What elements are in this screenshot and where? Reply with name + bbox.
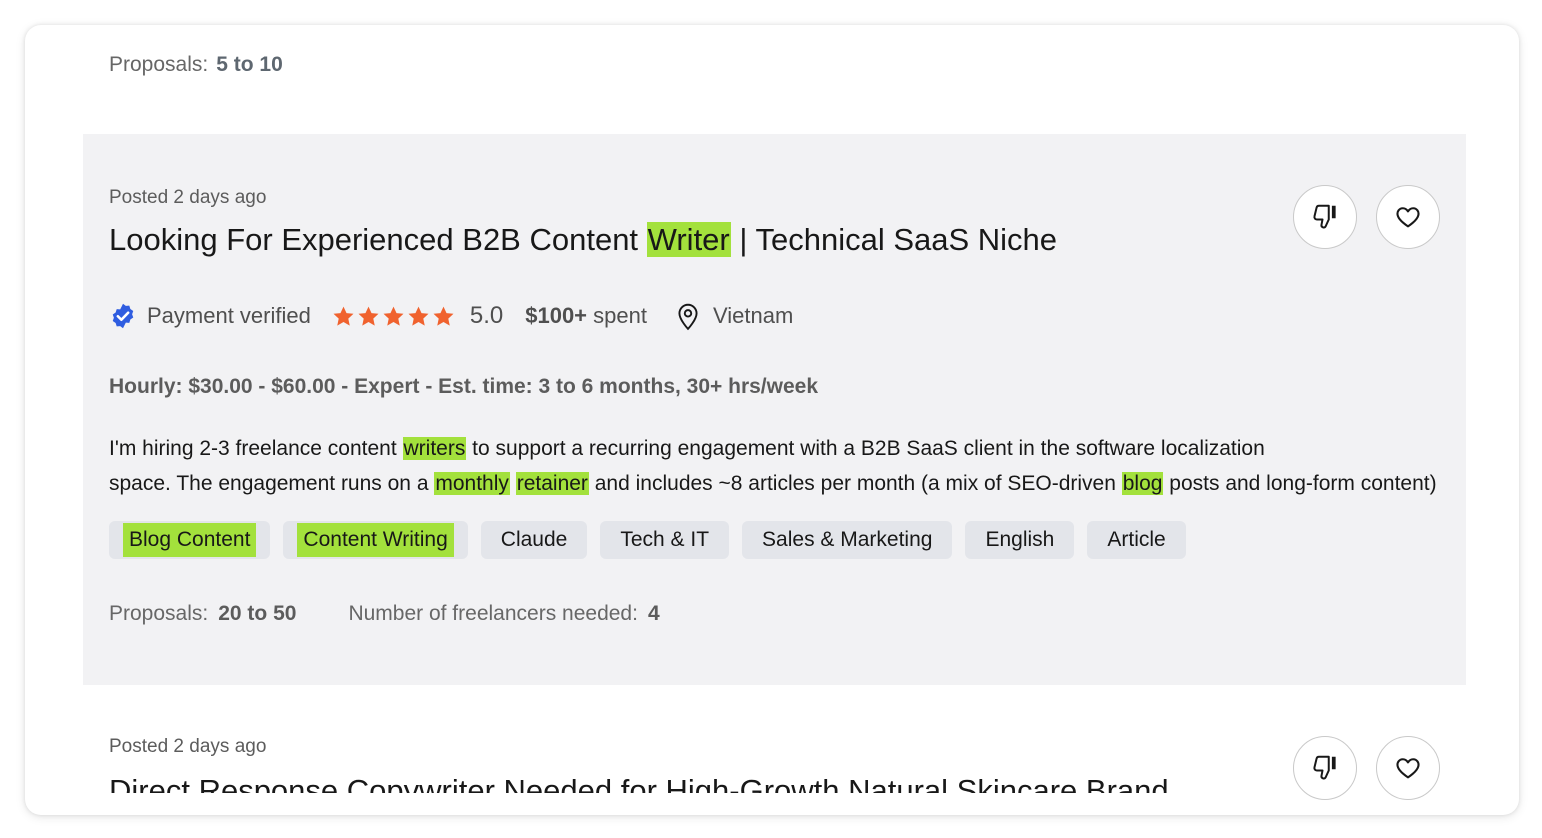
job-title[interactable]: Looking For Experienced B2B Content Writ… (109, 222, 1057, 258)
job-title[interactable]: Direct Response Copywriter Needed for Hi… (109, 773, 1169, 793)
next-job-card[interactable]: Posted 2 days ago Direct Response Copywr… (83, 715, 1466, 815)
job-card[interactable]: Posted 2 days ago Looking For Experience… (83, 134, 1466, 685)
highlighted-keyword: Writer (646, 222, 731, 257)
star-icon (433, 306, 454, 326)
job-description: I'm hiring 2-3 freelance content writers… (109, 437, 1437, 495)
star-icon (333, 306, 354, 326)
location-pin-icon (678, 303, 698, 331)
payment-verified-label: Payment verified (147, 303, 311, 328)
heart-icon (1396, 758, 1420, 779)
star-icon (408, 306, 429, 326)
proposals-value: 5 to 10 (216, 53, 283, 76)
skill-tag[interactable]: Blog Content (109, 521, 271, 559)
posted-time: Posted 2 days ago (109, 736, 267, 757)
rating-stars (331, 304, 456, 329)
previous-job-proposals: Proposals: 5 to 10 (109, 53, 283, 77)
star-icon (383, 306, 404, 326)
freelancers-needed-label: Number of freelancers needed: (348, 602, 638, 625)
posted-time: Posted 2 days ago (109, 187, 267, 208)
dislike-button[interactable] (1293, 736, 1357, 800)
proposals-label: Proposals: (109, 53, 209, 76)
job-feed-panel: Proposals: 5 to 10 Posted 2 days ago Look… (25, 25, 1519, 815)
star-icon (358, 306, 379, 326)
dislike-button[interactable] (1293, 185, 1357, 249)
highlighted-keyword: blog (1121, 472, 1164, 495)
verified-badge-icon (112, 303, 134, 329)
highlighted-keyword: monthly (434, 472, 510, 495)
job-terms: Hourly: $30.00 - $60.00 - Expert - Est. … (109, 375, 819, 398)
skill-tag[interactable]: Claude (480, 521, 588, 559)
highlighted-keyword: writers (402, 437, 467, 460)
job-stats: Proposals: 20 to 50 Number of freelancers… (109, 602, 660, 626)
freelancers-needed-value: 4 (647, 602, 660, 625)
thumbs-down-icon (1313, 204, 1336, 229)
highlighted-keyword: retainer (515, 472, 589, 495)
client-spent: $100+ spent (525, 303, 647, 328)
client-location: Vietnam (712, 303, 794, 328)
skill-tag[interactable]: Article (1087, 521, 1186, 559)
proposals-label: Proposals: (109, 602, 209, 625)
skill-tag[interactable]: Sales & Marketing (742, 521, 953, 559)
client-info: Payment verified 5.0 $100+ spent Vietnam (109, 298, 793, 334)
heart-icon (1396, 207, 1420, 228)
save-job-button[interactable] (1376, 736, 1440, 800)
thumbs-down-icon (1313, 755, 1336, 780)
save-job-button[interactable] (1376, 185, 1440, 249)
skill-tag[interactable]: Tech & IT (600, 521, 730, 559)
skill-tag[interactable]: Content Writing (283, 521, 468, 559)
skill-tags: Blog Content Content Writing Claude Tech… (109, 521, 1186, 559)
skill-tag[interactable]: English (965, 521, 1075, 559)
rating-value: 5.0 (469, 302, 504, 329)
proposals-value: 20 to 50 (218, 602, 297, 625)
